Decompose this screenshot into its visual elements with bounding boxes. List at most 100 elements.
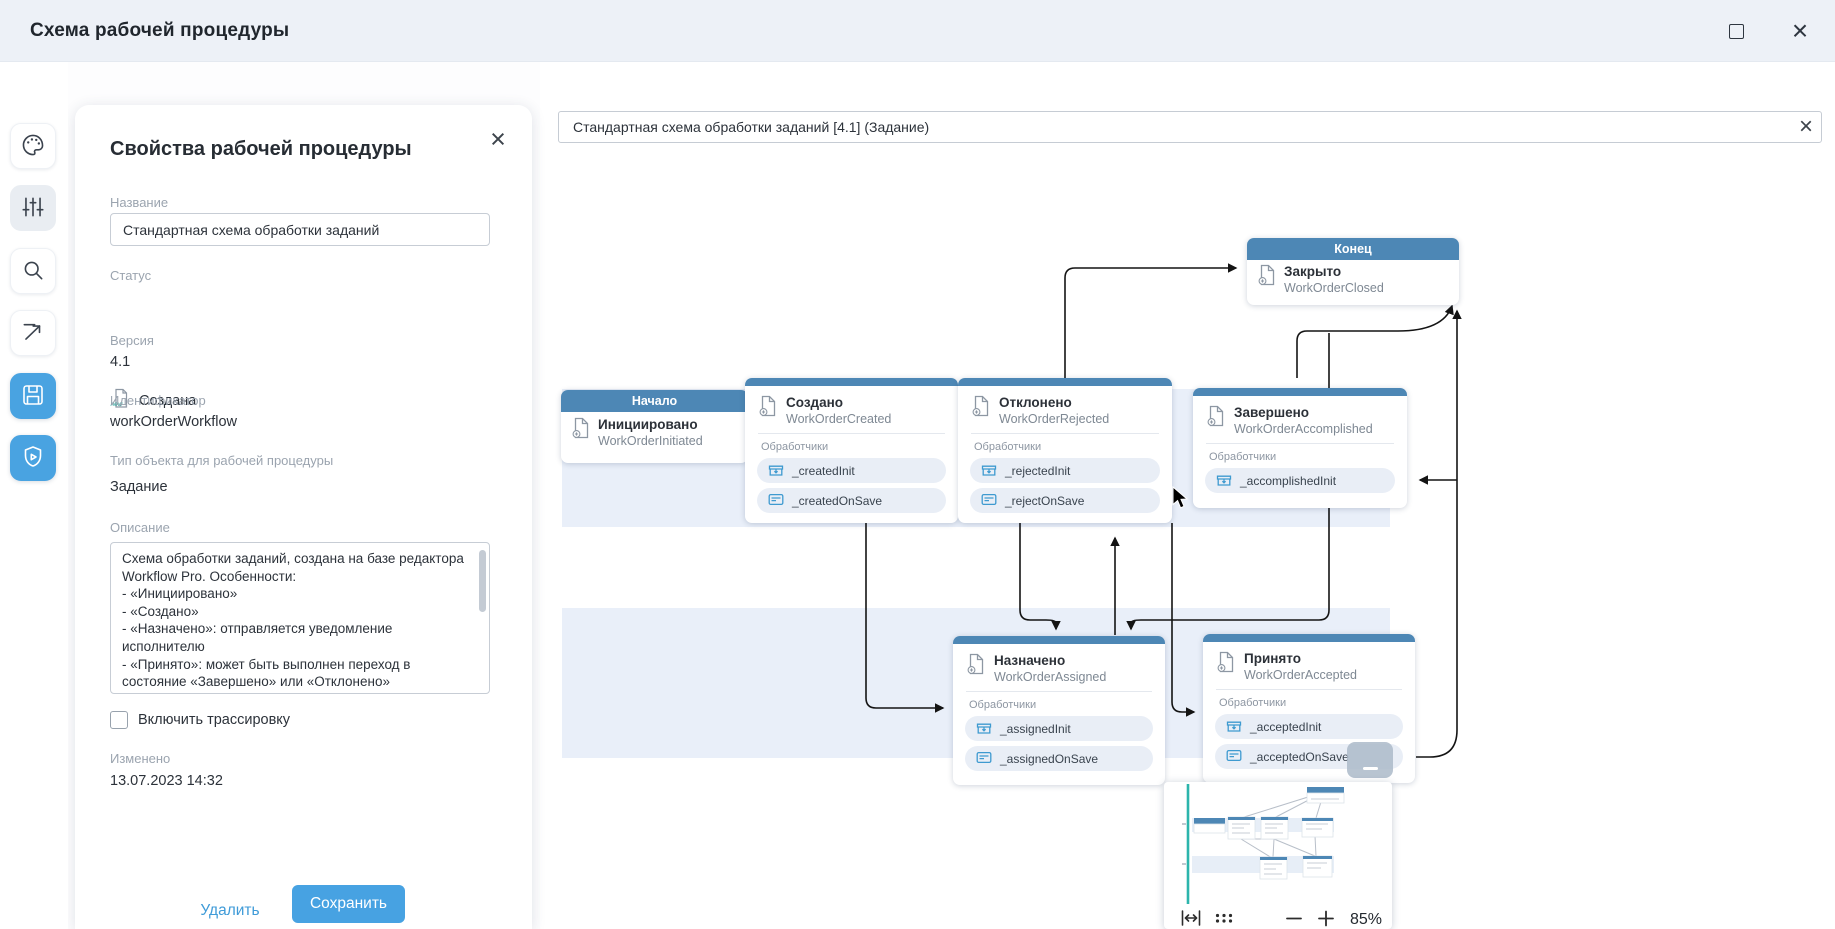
zoom-in-button[interactable] (1310, 909, 1342, 929)
panel-title: Свойства рабочей процедуры (110, 138, 412, 161)
fit-width-icon (1180, 908, 1202, 929)
object-type-label: Тип объекта для рабочей процедуры (110, 453, 333, 468)
init-handler-icon (976, 720, 992, 738)
handler-pill[interactable]: _createdOnSave (757, 488, 946, 513)
palette-icon (20, 132, 46, 161)
close-icon: × (490, 124, 506, 154)
modified-label: Изменено (110, 751, 170, 766)
trace-checkbox-label: Включить трассировку (138, 712, 290, 728)
state-code: WorkOrderAssigned (994, 670, 1106, 684)
node-header-bar (953, 636, 1165, 644)
handler-pill[interactable]: _rejectedInit (970, 458, 1160, 483)
init-handler-icon (1216, 472, 1232, 490)
save-handler-icon (976, 751, 992, 767)
divider (1206, 443, 1394, 444)
node-header-bar (1193, 388, 1407, 396)
save-handler-icon (768, 493, 784, 509)
save-scheme-button[interactable] (10, 373, 56, 419)
save-icon (20, 382, 46, 411)
state-node-created[interactable]: Создано WorkOrderCreated Обработчики _cr… (745, 378, 958, 523)
state-code: WorkOrderRejected (999, 412, 1109, 426)
state-node-assigned[interactable]: Назначено WorkOrderAssigned Обработчики … (953, 636, 1165, 785)
node-header-bar (745, 378, 958, 386)
search-icon (20, 257, 46, 286)
handlers-label: Обработчики (974, 441, 1156, 453)
save-button[interactable]: Сохранить (292, 885, 405, 923)
document-plus-icon (1206, 405, 1225, 432)
state-title: Принято (1244, 651, 1357, 666)
divider (1216, 689, 1402, 690)
trace-checkbox-row[interactable]: Включить трассировку (110, 711, 290, 729)
divider (758, 433, 945, 434)
search-button[interactable] (10, 248, 56, 294)
handler-pill[interactable]: _createdInit (757, 458, 946, 483)
minimap-panel[interactable]: 85% (1164, 782, 1392, 929)
zoom-out-button[interactable] (1278, 909, 1310, 929)
init-handler-icon (768, 462, 784, 480)
identifier-value: workOrderWorkflow (110, 414, 237, 430)
identifier-label: Идентификатор (110, 393, 206, 408)
version-value: 4.1 (110, 354, 130, 370)
name-input[interactable] (110, 213, 490, 246)
fit-width-button[interactable] (1174, 908, 1208, 929)
handler-label: _assignedOnSave (1000, 752, 1098, 766)
node-header-bar (958, 378, 1172, 386)
close-button[interactable]: × (1783, 14, 1817, 48)
group-node-start[interactable]: Начало Инициировано WorkOrderInitiated (561, 390, 748, 463)
palette-button[interactable] (10, 123, 56, 169)
maximize-icon (1729, 24, 1744, 39)
settings-sliders-button[interactable] (10, 185, 56, 231)
state-node-rejected[interactable]: Отклонено WorkOrderRejected Обработчики … (958, 378, 1172, 523)
description-label: Описание (110, 520, 170, 535)
group-node-end[interactable]: Конец Закрыто WorkOrderClosed (1247, 238, 1459, 305)
zoom-toolbar: 85% (1174, 908, 1382, 929)
scheme-tab-close-button[interactable]: × (1799, 113, 1813, 141)
init-handler-icon (1226, 718, 1242, 736)
handler-label: _acceptedOnSave (1250, 750, 1349, 764)
handler-pill[interactable]: _assignedOnSave (965, 746, 1153, 771)
init-handler-icon (981, 462, 997, 480)
version-label: Версия (110, 333, 154, 348)
sliders-icon (20, 194, 46, 223)
handler-label: _createdOnSave (792, 494, 882, 508)
divider (966, 691, 1152, 692)
object-type-value: Задание (110, 479, 168, 495)
document-plus-icon (971, 395, 990, 422)
node-header-bar (1203, 634, 1415, 642)
state-title: Инициировано (598, 417, 703, 432)
state-node-accomplished[interactable]: Завершено WorkOrderAccomplished Обработч… (1193, 388, 1407, 508)
minus-icon (1363, 767, 1378, 770)
state-code: WorkOrderInitiated (598, 434, 703, 448)
description-field[interactable]: Схема обработки заданий, создана на базе… (110, 542, 490, 694)
panel-close-button[interactable]: × (482, 123, 514, 155)
validate-run-button[interactable] (10, 435, 56, 481)
handlers-label: Обработчики (1209, 451, 1391, 463)
document-plus-icon (966, 653, 985, 680)
diagram-canvas[interactable]: Стандартная схема обработки заданий [4.1… (540, 62, 1835, 929)
description-scrollbar[interactable] (479, 550, 486, 612)
group-header: Конец (1247, 238, 1459, 260)
state-title: Назначено (994, 653, 1106, 668)
handler-pill[interactable]: _assignedInit (965, 716, 1153, 741)
handler-pill[interactable]: _acceptedInit (1215, 714, 1403, 739)
window-controls: × (1719, 0, 1817, 62)
handler-pill[interactable]: _accomplishedInit (1205, 468, 1395, 493)
delete-button[interactable]: Удалить (180, 892, 280, 929)
handler-label: _rejectedInit (1005, 464, 1070, 478)
state-title: Закрыто (1284, 264, 1384, 279)
modified-value: 13.07.2023 14:32 (110, 773, 223, 789)
state-title: Создано (786, 395, 891, 410)
trace-checkbox[interactable] (110, 711, 128, 729)
minus-icon (1284, 909, 1304, 929)
status-label: Статус (110, 268, 151, 283)
handlers-label: Обработчики (969, 699, 1149, 711)
handler-pill[interactable]: _rejectOnSave (970, 488, 1160, 513)
minimap-collapse-button[interactable] (1347, 742, 1393, 778)
export-button[interactable] (10, 310, 56, 356)
state-title: Завершено (1234, 405, 1373, 420)
maximize-button[interactable] (1719, 14, 1753, 48)
scheme-tab[interactable]: Стандартная схема обработки заданий [4.1… (558, 111, 1822, 143)
drag-handle-button[interactable] (1208, 909, 1240, 929)
document-plus-icon (571, 417, 590, 444)
state-code: WorkOrderClosed (1284, 281, 1384, 295)
